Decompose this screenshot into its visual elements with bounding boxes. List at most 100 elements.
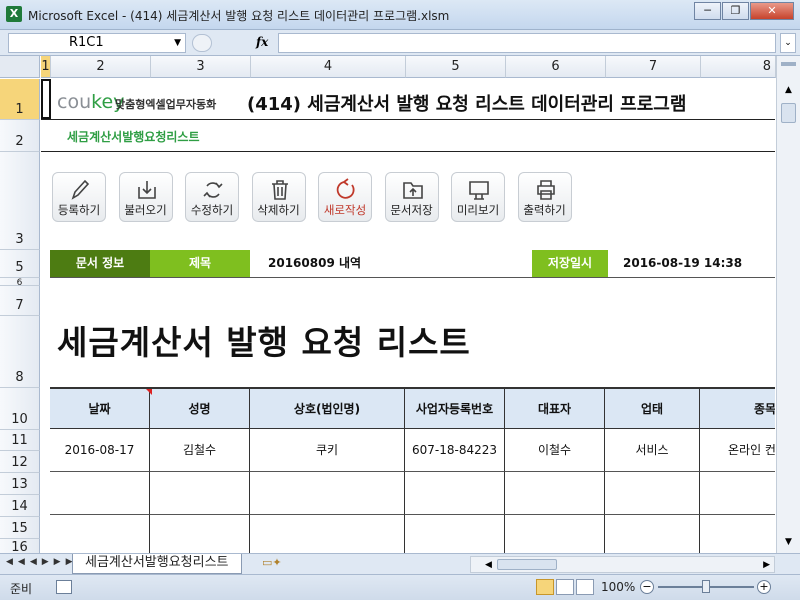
scroll-down-icon[interactable]: ▼ <box>780 534 797 551</box>
column-header-3[interactable]: 3 <box>151 56 251 78</box>
macro-record-icon[interactable] <box>56 580 72 594</box>
header-date[interactable]: 날짜 <box>50 389 150 429</box>
load-button[interactable]: 불러오기 <box>118 172 173 222</box>
row-header-15[interactable]: 15 <box>0 517 40 539</box>
header-divider <box>41 119 775 120</box>
empty-cell[interactable] <box>405 515 505 553</box>
formula-input[interactable] <box>278 33 776 53</box>
new-document-button[interactable]: 새로작성 <box>318 172 372 222</box>
empty-cell[interactable] <box>700 515 775 553</box>
zoom-in-icon[interactable]: + <box>757 580 771 594</box>
sheet-subtitle: 세금계산서발행요청리스트 <box>67 130 200 144</box>
zoom-level[interactable]: 100% <box>601 580 635 594</box>
column-header-4[interactable]: 4 <box>251 56 406 78</box>
saved-value[interactable]: 2016-08-19 14:38 <box>623 250 742 277</box>
cell-name[interactable]: 김철수 <box>150 429 250 472</box>
column-header-5[interactable]: 5 <box>406 56 506 78</box>
formula-expand-circle-icon[interactable] <box>192 34 212 52</box>
header-company[interactable]: 상호(법인명) <box>250 389 405 429</box>
close-button[interactable]: ✕ <box>750 2 794 20</box>
row-header-6[interactable]: 6 <box>0 278 40 288</box>
empty-cell[interactable] <box>50 472 150 515</box>
restore-button[interactable]: ❐ <box>722 2 749 20</box>
horizontal-scroll-thumb[interactable] <box>497 559 557 570</box>
row-header-3[interactable]: 3 <box>0 152 40 250</box>
worksheet-grid[interactable]: coukey 맞춤형엑셀업무자동화 (414) 세금계산서 발행 요청 리스트 … <box>41 79 775 553</box>
header-business-number[interactable]: 사업자등록번호 <box>405 389 505 429</box>
vertical-scroll-thumb[interactable] <box>781 103 796 123</box>
header-name[interactable]: 성명 <box>150 389 250 429</box>
row-header-13[interactable]: 13 <box>0 473 40 495</box>
normal-view-button[interactable] <box>536 579 554 595</box>
cell-company[interactable]: 쿠키 <box>250 429 405 472</box>
subject-value[interactable]: 20160809 내역 <box>268 250 361 277</box>
row-header-14[interactable]: 14 <box>0 495 40 517</box>
split-handle[interactable] <box>781 62 796 66</box>
title-bar: X Microsoft Excel - (414) 세금계산서 발행 요청 리스… <box>0 0 800 30</box>
sheet-tab[interactable]: 세금계산서발행요청리스트 <box>72 554 242 574</box>
row-header-16[interactable]: 16 <box>0 539 40 555</box>
insert-function-icon[interactable]: fx <box>256 35 268 49</box>
empty-cell[interactable] <box>50 515 150 553</box>
minimize-button[interactable]: ─ <box>694 2 721 20</box>
empty-cell[interactable] <box>605 515 700 553</box>
row-header-10[interactable]: 10 <box>0 388 40 430</box>
empty-cell[interactable] <box>250 472 405 515</box>
preview-button[interactable]: 미리보기 <box>451 172 505 222</box>
row-header-11[interactable]: 11 <box>0 430 40 451</box>
row-header-2[interactable]: 2 <box>0 120 40 152</box>
row-header-8[interactable]: 8 <box>0 316 40 388</box>
formula-expand-chevron-icon[interactable]: ⌄ <box>780 33 796 53</box>
row-header-7[interactable]: 7 <box>0 286 40 316</box>
window-title: Microsoft Excel - (414) 세금계산서 발행 요청 리스트 … <box>28 9 450 23</box>
column-header-8[interactable]: 8 <box>701 56 776 78</box>
scroll-left-icon[interactable]: ◀ <box>485 557 492 573</box>
header-business-type[interactable]: 업태 <box>605 389 700 429</box>
empty-cell[interactable] <box>605 472 700 515</box>
horizontal-scrollbar[interactable]: ◀ ▶ <box>470 556 775 573</box>
insert-sheet-icon[interactable]: ▭✦ <box>262 556 282 572</box>
cell-date[interactable]: 2016-08-17 <box>50 429 150 472</box>
delete-button[interactable]: 삭제하기 <box>251 172 306 222</box>
zoom-out-icon[interactable]: − <box>640 580 654 594</box>
save-icon <box>402 182 423 199</box>
row-header-12[interactable]: 12 <box>0 451 40 473</box>
empty-cell[interactable] <box>150 472 250 515</box>
empty-cell[interactable] <box>505 472 605 515</box>
tab-navigation-arrows-icon[interactable]: ◀◀◀▶▶▶ <box>6 557 78 567</box>
select-all-corner[interactable] <box>0 56 40 78</box>
empty-cell[interactable] <box>250 515 405 553</box>
edit-button[interactable]: 수정하기 <box>185 172 239 222</box>
save-document-button[interactable]: 문서저장 <box>384 172 439 222</box>
column-header-2[interactable]: 2 <box>51 56 151 78</box>
column-header-7[interactable]: 7 <box>606 56 701 78</box>
cell-business-number[interactable]: 607-18-84223 <box>405 429 505 472</box>
zoom-slider-thumb[interactable] <box>702 580 710 593</box>
chevron-down-icon[interactable]: ▼ <box>174 34 181 52</box>
cell-business-type[interactable]: 서비스 <box>605 429 700 472</box>
empty-cell[interactable] <box>150 515 250 553</box>
window-controls: ─ ❐ ✕ <box>693 2 794 20</box>
excel-icon: X <box>6 6 22 22</box>
scroll-right-icon[interactable]: ▶ <box>763 557 770 573</box>
name-box[interactable]: R1C1 ▼ <box>8 33 186 53</box>
cell-representative[interactable]: 이철수 <box>505 429 605 472</box>
empty-cell[interactable] <box>700 472 775 515</box>
column-header-6[interactable]: 6 <box>506 56 606 78</box>
status-bar: 준비 100% − + <box>0 574 800 600</box>
print-button[interactable]: 출력하기 <box>517 172 572 222</box>
pencil-icon <box>71 179 90 200</box>
page-break-view-button[interactable] <box>576 579 594 595</box>
empty-cell[interactable] <box>505 515 605 553</box>
empty-cell[interactable] <box>405 472 505 515</box>
header-business-item[interactable]: 종목 <box>700 389 775 429</box>
row-header-5[interactable]: 5 <box>0 250 40 278</box>
scroll-up-icon[interactable]: ▲ <box>780 82 797 99</box>
row-header-1[interactable]: 1 <box>0 79 40 120</box>
cell-business-item[interactable]: 온라인 컨 <box>700 429 775 472</box>
column-header-1[interactable]: 1 <box>41 56 51 78</box>
page-layout-view-button[interactable] <box>556 579 574 595</box>
register-button[interactable]: 등록하기 <box>52 172 106 222</box>
vertical-scrollbar[interactable]: ▲ ▼ <box>776 56 800 553</box>
header-representative[interactable]: 대표자 <box>505 389 605 429</box>
